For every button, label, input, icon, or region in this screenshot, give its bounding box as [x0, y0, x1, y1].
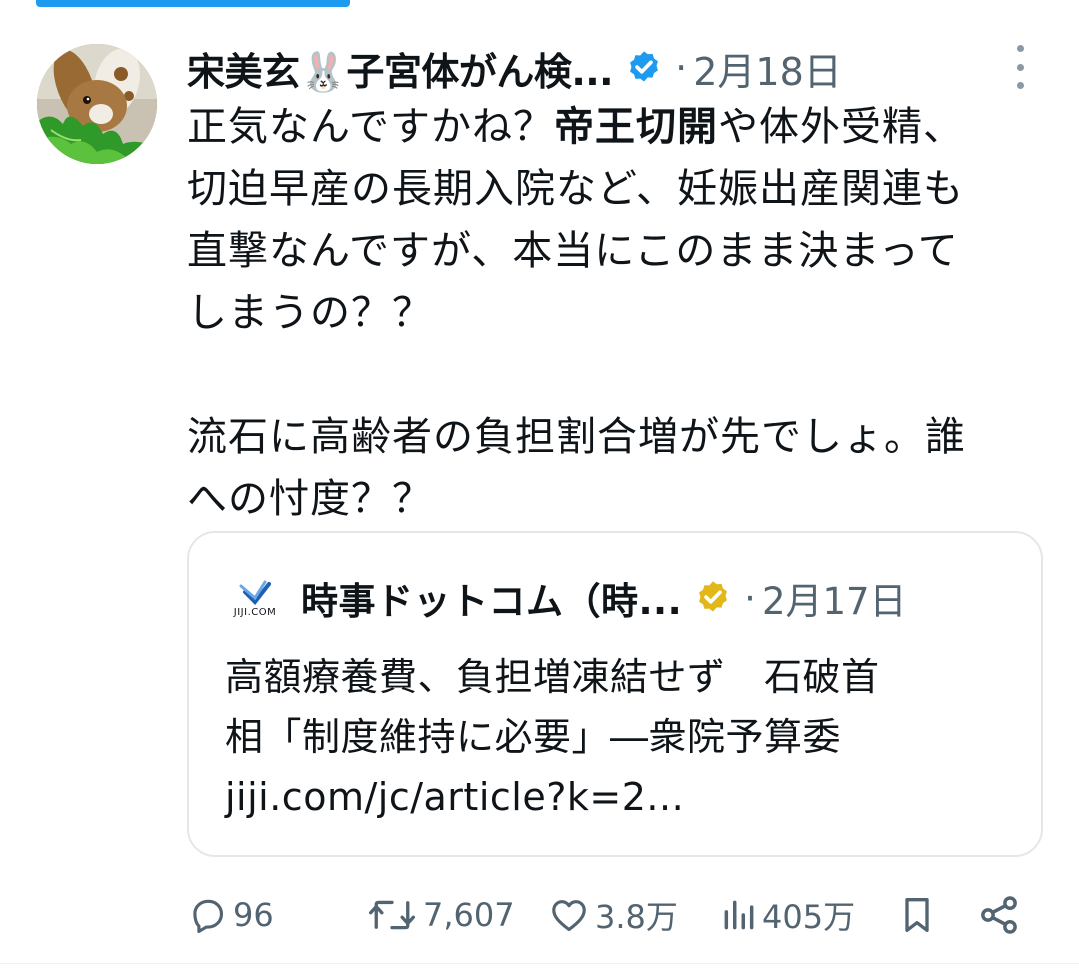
views-chart-icon: [724, 900, 754, 930]
bookmark-button[interactable]: [897, 890, 937, 940]
repost-count: 7,607: [423, 896, 515, 934]
post-text: 正気なんですかね？帝王切開や体外受精、 切迫早産の長期入院など、妊娠出産関連も …: [187, 96, 1057, 530]
views-count: 405万: [762, 898, 856, 936]
post-text-line: 正気なんですかね？帝王切開や体外受精、: [187, 104, 964, 150]
author-name[interactable]: 宋美玄🐰子宮体がん検...: [187, 41, 614, 96]
like-button[interactable]: 3.8万: [547, 890, 678, 940]
reply-button[interactable]: 96: [187, 890, 274, 940]
post-actions: 96 7,607 3.8万 405万: [187, 890, 1047, 940]
rabbit-avatar-image: [37, 44, 157, 164]
heart-icon: [552, 900, 586, 932]
date-separator: ·: [675, 46, 688, 90]
progress-bar-fill: [36, 0, 350, 7]
quoted-text-line: 相「制度維持に必要」―衆院予算委: [225, 715, 842, 759]
share-icon: [981, 896, 1017, 934]
quoted-post-date: 2月17日: [761, 580, 907, 623]
repost-icon: [368, 900, 416, 930]
share-button[interactable]: [977, 890, 1021, 940]
divider: [0, 963, 1079, 964]
progress-bar: [0, 0, 1079, 8]
views-button[interactable]: 405万: [720, 890, 855, 940]
post-text-line: しまうの？？: [187, 290, 433, 336]
post-text-line: 流石に高齢者の負担割合増が先でしょ。誰: [187, 414, 966, 460]
more-options-button[interactable]: [1006, 45, 1034, 89]
quote-logo-text: JIJI.COM: [233, 607, 276, 618]
reply-count: 96: [233, 896, 274, 934]
quoted-text-line: 高額療養費、負担増凍結せず 石破首: [225, 655, 880, 699]
post-text-line: 直撃なんですが、本当にこのまま決まって: [187, 228, 959, 274]
bookmark-icon: [905, 898, 929, 932]
more-vertical-icon: [1016, 45, 1024, 52]
post-header: 宋美玄🐰子宮体がん検... · 2月18日: [187, 38, 1047, 98]
jiji-logo-icon: JIJI.COM: [233, 580, 276, 618]
quoted-link: jiji.com/jc/article?k=2...: [225, 775, 685, 819]
quoted-date-separator: ·: [744, 576, 756, 620]
verified-blue-check-icon[interactable]: [625, 49, 663, 87]
author-avatar[interactable]: [37, 44, 157, 164]
quoted-post-header: 時事ドットコム（時... · 2月17日: [301, 569, 907, 627]
post-text-line: への忖度？？: [187, 476, 433, 522]
verified-gold-check-icon: [699, 581, 728, 612]
like-count: 3.8万: [595, 898, 678, 936]
post-text-bold: 帝王切開: [554, 104, 718, 150]
quoted-author-name: 時事ドットコム（時...: [301, 580, 683, 623]
quoted-post-text: 高額療養費、負担増凍結せず 石破首 相「制度維持に必要」―衆院予算委 jiji.…: [225, 647, 1015, 827]
repost-button[interactable]: 7,607: [365, 890, 515, 940]
quoted-post-card[interactable]: JIJI.COM 時事ドットコム（時... · 2月17日 高額療養費、負担増凍…: [187, 531, 1043, 857]
post-date[interactable]: 2月18日: [693, 41, 842, 96]
reply-icon: [193, 899, 224, 934]
post-text-line: 切迫早産の長期入院など、妊娠出産関連も: [187, 166, 964, 212]
